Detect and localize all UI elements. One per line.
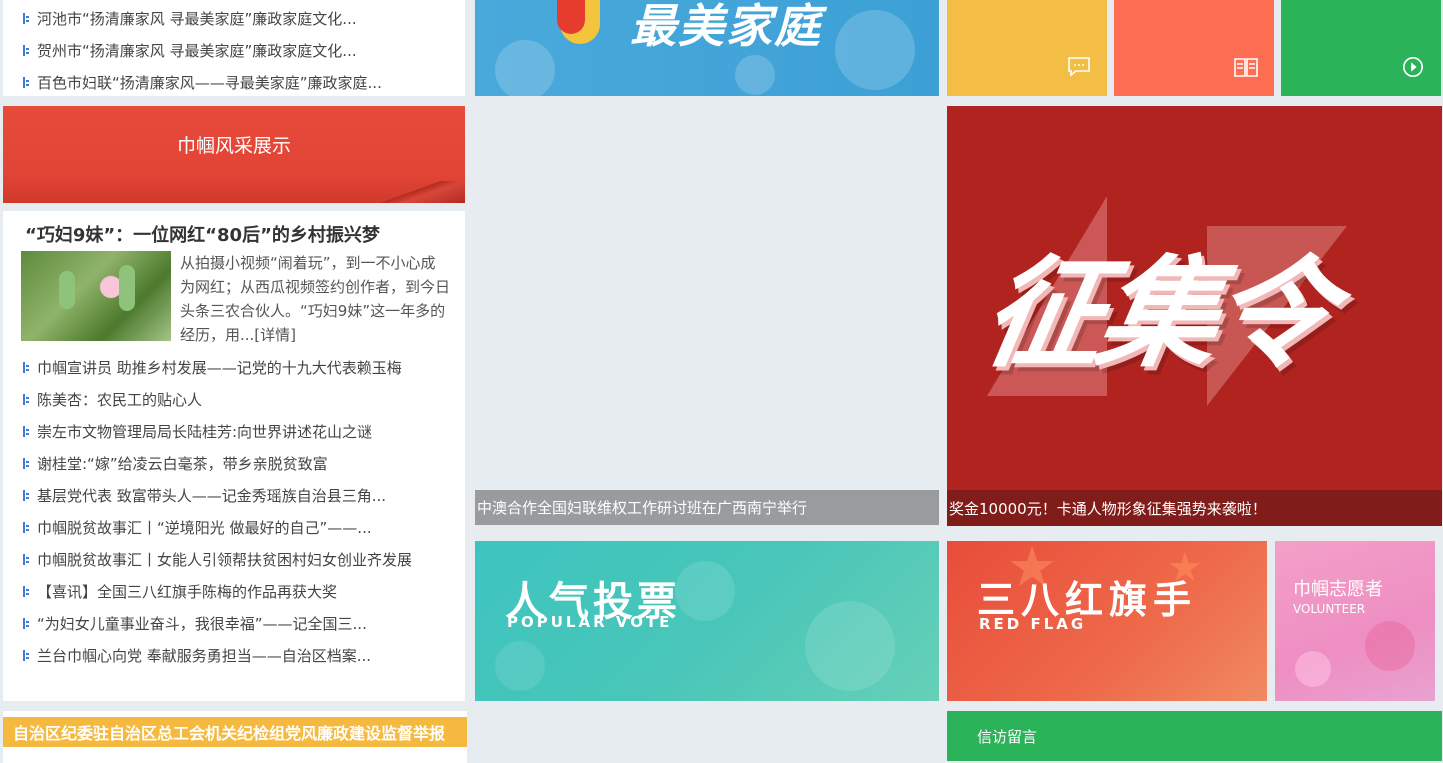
popular-vote-banner[interactable]: 人气投票 POPULAR VOTE [475, 541, 939, 701]
book-icon [1234, 58, 1258, 77]
news-item[interactable]: 兰台巾帼心向党 奉献服务勇担当——自治区档案... [23, 644, 371, 666]
bubble-decoration [805, 601, 895, 691]
volunteer-subtitle: VOLUNTEER [1293, 602, 1366, 616]
melon-shape [59, 271, 75, 309]
feature-thumbnail[interactable] [21, 251, 171, 341]
bullet-icon [23, 361, 29, 373]
jinguo-banner[interactable]: 巾帼风采展示 [3, 106, 465, 203]
news-item[interactable]: 巾帼脱贫故事汇丨女能人引领帮扶贫困村妇女创业齐发展 [23, 548, 412, 570]
bullet-icon [23, 457, 29, 469]
list-item[interactable]: 百色市妇联“扬清廉家风——寻最美家庭”廉政家庭... [23, 71, 382, 93]
news-item-text[interactable]: 基层党代表 致富带头人——记金秀瑶族自治县三角... [37, 485, 386, 506]
zhengji-caption[interactable]: 奖金10000元！卡通人物形象征集强势来袭啦！ [947, 490, 1442, 526]
yellow-bar-wrap: 自治区纪委驻自治区总工会机关纪检组党风廉政建设监督举报 [3, 711, 467, 763]
news-item[interactable]: 巾帼宣讲员 助推乡村发展——记党的十九大代表赖玉梅 [23, 356, 402, 378]
feature-panel: “巧妇9妹”：一位网红“80后”的乡村振兴梦 从拍摄小视频“闹着玩”，到一不小心… [3, 211, 465, 701]
flower-decoration [835, 10, 915, 90]
news-item[interactable]: 陈美杏：农民工的贴心人 [23, 388, 202, 410]
red-flag-subtitle: RED FLAG [979, 615, 1087, 633]
bullet-icon [23, 649, 29, 661]
news-item[interactable]: 崇左市文物管理局局长陆桂芳:向世界讲述花山之谜 [23, 420, 372, 442]
most-beautiful-family-banner[interactable]: 最美家庭 [475, 0, 939, 96]
volunteer-title: 巾帼志愿者 [1293, 579, 1383, 600]
news-item-text[interactable]: 巾帼脱贫故事汇丨“逆境阳光 做最好的自己”——... [37, 517, 372, 538]
melon-shape [119, 265, 135, 311]
news-item-text[interactable]: 巾帼脱贫故事汇丨女能人引领帮扶贫困村妇女创业齐发展 [37, 549, 412, 570]
news-item-text[interactable]: 巾帼宣讲员 助推乡村发展——记党的十九大代表赖玉梅 [37, 357, 402, 378]
bullet-icon [23, 521, 29, 533]
news-item[interactable]: 【喜讯】全国三八红旗手陈梅的作品再获大奖 [23, 580, 337, 602]
bullet-icon [23, 76, 29, 88]
news-item[interactable]: “为妇女儿童事业奋斗，我很幸福”——记全国三... [23, 612, 367, 634]
banner-title: 最美家庭 [630, 0, 822, 53]
bubble-decoration [495, 641, 545, 691]
flower-decoration [1365, 621, 1415, 671]
flower-decoration [735, 55, 775, 95]
news-item-text[interactable]: 陈美杏：农民工的贴心人 [37, 389, 202, 410]
news-item-text[interactable]: “为妇女儿童事业奋斗，我很幸福”——记全国三... [37, 613, 367, 634]
news-item-text[interactable]: 谢桂堂:“嫁”给凌云白毫茶，带乡亲脱贫致富 [37, 453, 328, 474]
message-tile[interactable] [947, 0, 1107, 96]
chat-icon [1068, 57, 1090, 77]
news-item[interactable]: 基层党代表 致富带头人——记金秀瑶族自治县三角... [23, 484, 386, 506]
volunteer-banner[interactable]: 巾帼志愿者 VOLUNTEER [1275, 541, 1435, 701]
bullet-icon [23, 44, 29, 56]
bullet-icon [23, 553, 29, 565]
flower-decoration [495, 40, 555, 96]
play-icon [1403, 57, 1423, 77]
supervision-report-link[interactable]: 自治区纪委驻自治区总工会机关纪检组党风廉政建设监督举报 [3, 717, 467, 747]
list-item[interactable]: 河池市“扬清廉家风 寻最美家庭”廉政家庭文化... [23, 7, 357, 29]
news-item-text[interactable]: 【喜讯】全国三八红旗手陈梅的作品再获大奖 [37, 581, 337, 602]
bullet-icon [23, 585, 29, 597]
list-item-text[interactable]: 贺州市“扬清廉家风 寻最美家庭”廉政家庭文化... [37, 40, 357, 61]
feature-title[interactable]: “巧妇9妹”：一位网红“80后”的乡村振兴梦 [25, 221, 380, 247]
vote-subtitle: POPULAR VOTE [507, 613, 673, 631]
red-flag-banner[interactable]: ★ ★ 三八红旗手 RED FLAG [947, 541, 1267, 701]
top-list-panel: 河池市“扬清廉家风 寻最美家庭”廉政家庭文化... 贺州市“扬清廉家风 寻最美家… [3, 0, 465, 96]
zhengji-banner[interactable]: 征集令 奖金10000元！卡通人物形象征集强势来袭啦！ [947, 106, 1442, 526]
list-item-text[interactable]: 百色市妇联“扬清廉家风——寻最美家庭”廉政家庭... [37, 72, 382, 93]
news-item[interactable]: 谢桂堂:“嫁”给凌云白毫茶，带乡亲脱贫致富 [23, 452, 328, 474]
feature-summary: 从拍摄小视频“闹着玩”，到一不小心成为网红；从西瓜视频签约创作者，到今日头条三农… [180, 254, 451, 344]
read-tile[interactable] [1114, 0, 1274, 96]
news-item-text[interactable]: 崇左市文物管理局局长陆桂芳:向世界讲述花山之谜 [37, 421, 372, 442]
news-item[interactable]: 巾帼脱贫故事汇丨“逆境阳光 做最好的自己”——... [23, 516, 372, 538]
bullet-icon [23, 617, 29, 629]
center-caption[interactable]: 中澳合作全国妇联维权工作研讨班在广西南宁举行 [475, 490, 939, 525]
zhengji-art-text: 征集令 [972, 245, 1340, 384]
bullet-icon [23, 393, 29, 405]
news-item-text[interactable]: 兰台巾帼心向党 奉献服务勇担当——自治区档案... [37, 645, 371, 666]
page-curl-decoration [370, 181, 465, 203]
heart-logo-icon [557, 0, 585, 34]
banner-title: 巾帼风采展示 [176, 135, 291, 157]
bullet-icon [23, 425, 29, 437]
bullet-icon [23, 489, 29, 501]
bubble-decoration [675, 561, 735, 621]
bullet-icon [23, 12, 29, 24]
flower-decoration [1295, 651, 1331, 687]
petition-message-link[interactable]: 信访留言 [947, 711, 1442, 761]
list-item-text[interactable]: 河池市“扬清廉家风 寻最美家庭”廉政家庭文化... [37, 8, 357, 29]
video-tile[interactable] [1281, 0, 1441, 96]
list-item[interactable]: 贺州市“扬清廉家风 寻最美家庭”廉政家庭文化... [23, 39, 357, 61]
